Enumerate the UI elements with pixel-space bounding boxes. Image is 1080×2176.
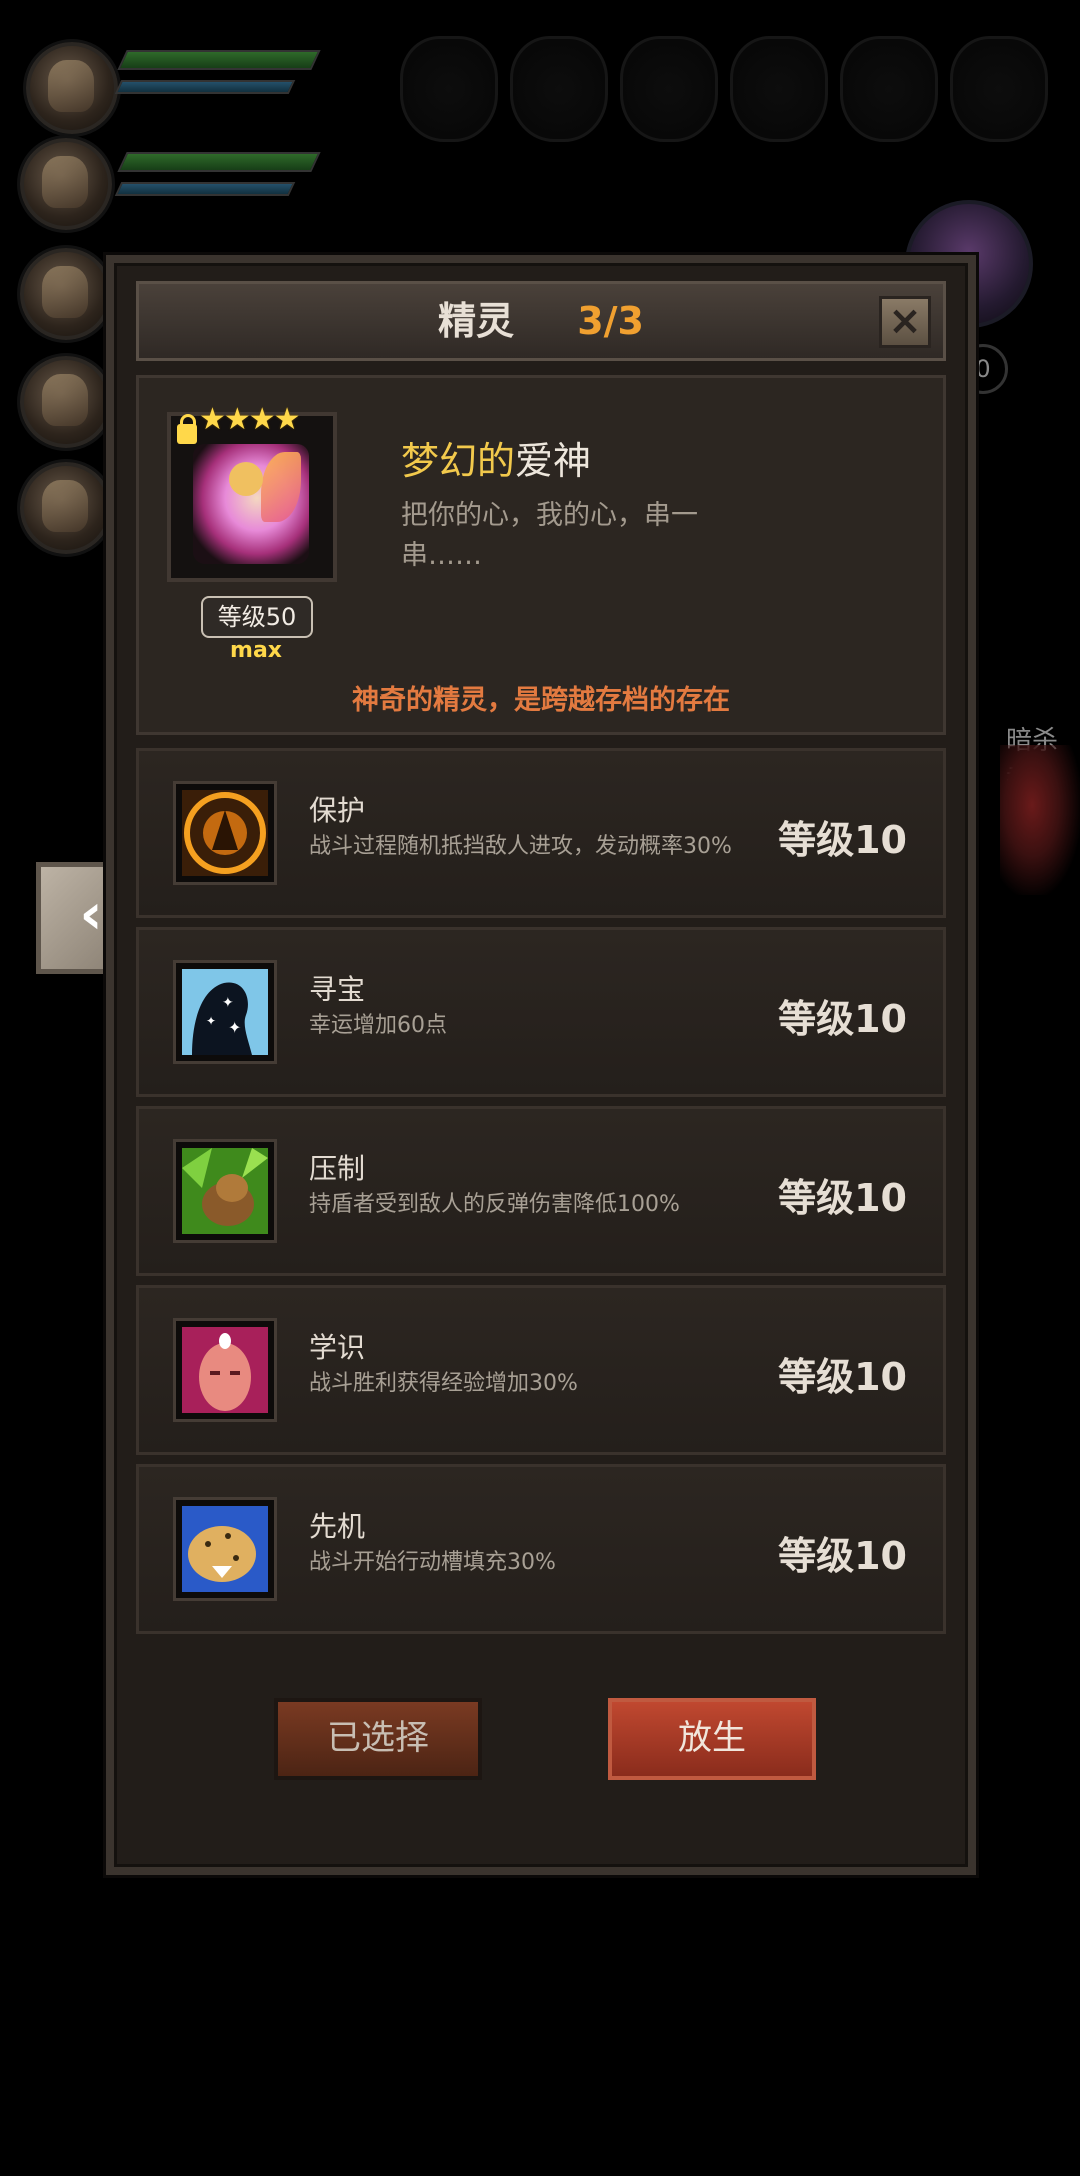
close-button[interactable]: × <box>879 296 931 348</box>
suppress-icon <box>182 1148 268 1234</box>
svg-text:✦: ✦ <box>206 1014 216 1028</box>
skill-level: 等级10 <box>778 997 907 1041</box>
party-avatar[interactable] <box>20 248 112 340</box>
spirit-name-part1: 梦幻的 <box>401 439 516 483</box>
skill-row[interactable]: 保护 战斗过程随机抵挡敌人进攻，发动概率30% 等级10 <box>136 748 946 918</box>
empty-slot <box>840 36 938 142</box>
mp-bar <box>114 80 296 94</box>
spirit-portrait[interactable]: ★★★★ 等级50 max <box>167 402 337 663</box>
skill-name: 保护 <box>309 794 366 827</box>
initiative-icon <box>182 1506 268 1592</box>
skill-icon-frame <box>173 1139 277 1243</box>
skill-icon-frame <box>173 1318 277 1422</box>
spirit-panel: 精灵 3/3 × ★★★★ 等级50 max 梦幻的爱神 把你的心，我的心，串一… <box>106 255 976 1875</box>
close-icon: × <box>888 298 922 344</box>
skill-icon-frame <box>173 781 277 885</box>
skill-row[interactable]: 压制 持盾者受到敌人的反弹伤害降低100% 等级10 <box>136 1106 946 1276</box>
empty-slot <box>950 36 1048 142</box>
star-rating: ★★★★ <box>199 402 301 437</box>
skill-desc: 战斗胜利获得经验增加30% <box>309 1371 578 1396</box>
skill-desc: 战斗过程随机抵挡敌人进攻，发动概率30% <box>309 834 732 859</box>
skill-desc: 战斗开始行动槽填充30% <box>309 1550 556 1575</box>
skill-level: 等级10 <box>778 1176 907 1220</box>
skill-desc: 幸运增加60点 <box>309 1013 447 1038</box>
panel-header: 精灵 3/3 × <box>136 281 946 361</box>
spirit-info: ★★★★ 等级50 max 梦幻的爱神 把你的心，我的心，串一串…… 神奇的精灵… <box>136 375 946 735</box>
side-figure <box>1000 745 1080 895</box>
max-label: max <box>230 638 282 663</box>
skill-icon-frame <box>173 1497 277 1601</box>
party-avatar[interactable] <box>20 138 112 230</box>
skill-desc: 持盾者受到敌人的反弹伤害降低100% <box>309 1192 680 1217</box>
skill-icon-frame: ✦ ✦ ✦ <box>173 960 277 1064</box>
skill-level: 等级10 <box>778 1355 907 1399</box>
chevron-left-icon: ‹ <box>79 882 103 947</box>
skill-name: 压制 <box>309 1152 366 1185</box>
panel-title: 精灵 3/3 <box>139 284 943 358</box>
skill-name: 寻宝 <box>309 973 366 1006</box>
hp-bar <box>117 152 321 172</box>
spirit-description: 把你的心，我的心，串一串…… <box>401 500 698 571</box>
title-text: 精灵 <box>437 299 514 343</box>
skill-row[interactable]: ✦ ✦ ✦ 寻宝 幸运增加60点 等级10 <box>136 927 946 1097</box>
svg-text:✦: ✦ <box>222 995 234 1011</box>
skill-name: 学识 <box>309 1331 366 1364</box>
protect-icon <box>182 790 268 876</box>
empty-slot <box>620 36 718 142</box>
skill-level: 等级10 <box>778 818 907 862</box>
empty-slot <box>400 36 498 142</box>
skill-level: 等级10 <box>778 1534 907 1578</box>
knowledge-icon <box>182 1327 268 1413</box>
party-avatar[interactable] <box>20 462 112 554</box>
hp-bar <box>117 50 321 70</box>
mp-bar <box>114 182 296 196</box>
party-avatar[interactable] <box>26 42 118 134</box>
cupid-portrait-icon <box>193 444 309 564</box>
svg-text:✦: ✦ <box>228 1018 241 1037</box>
lock-icon <box>177 414 197 444</box>
selected-button[interactable]: 已选择 <box>274 1698 482 1780</box>
skill-name: 先机 <box>309 1510 366 1543</box>
empty-slot <box>730 36 828 142</box>
release-button[interactable]: 放生 <box>608 1698 816 1780</box>
party-avatar[interactable] <box>20 356 112 448</box>
skill-row[interactable]: 学识 战斗胜利获得经验增加30% 等级10 <box>136 1285 946 1455</box>
spirit-name: 梦幻的爱神 <box>401 430 591 485</box>
level-badge: 等级50 <box>201 596 313 638</box>
skill-row[interactable]: 先机 战斗开始行动槽填充30% 等级10 <box>136 1464 946 1634</box>
spirit-name-part2: 爱神 <box>515 439 592 483</box>
empty-slot <box>510 36 608 142</box>
spirit-note: 神奇的精灵，是跨越存档的存在 <box>352 685 730 716</box>
treasure-icon: ✦ ✦ ✦ <box>182 969 268 1055</box>
spirit-count: 3/3 <box>577 299 644 343</box>
